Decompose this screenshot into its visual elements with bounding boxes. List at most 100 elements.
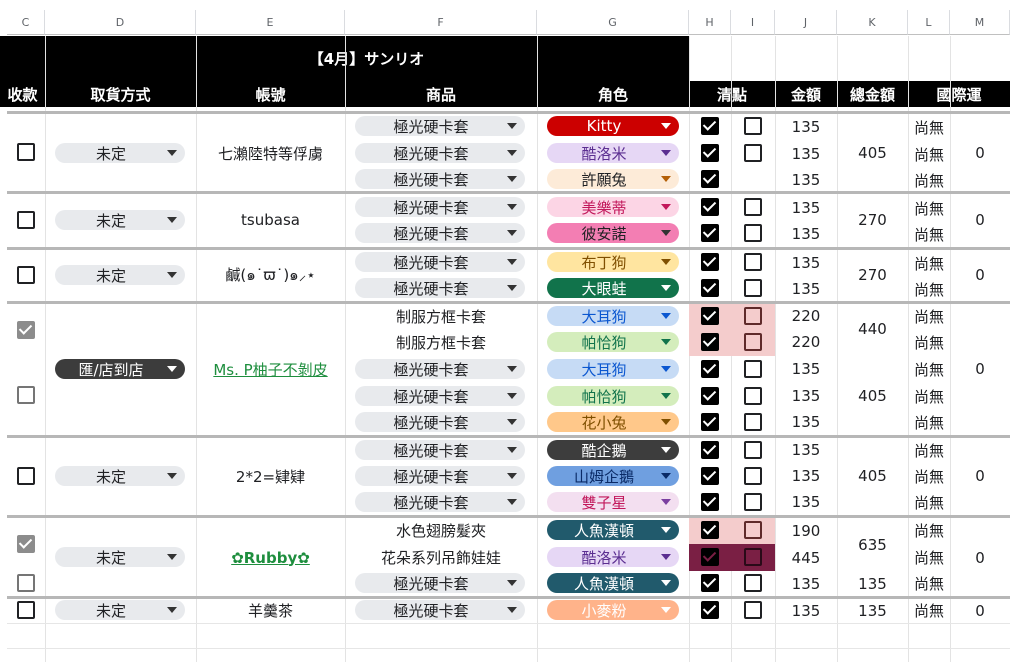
column-header-c[interactable]: C bbox=[7, 10, 45, 35]
character-dropdown[interactable]: 小麥粉 bbox=[547, 600, 679, 620]
receipt-checkbox[interactable] bbox=[17, 467, 35, 485]
character-dropdown[interactable]: 帕恰狗 bbox=[547, 386, 679, 406]
character-dropdown[interactable]: 大眼蛙 bbox=[547, 278, 679, 298]
column-header-f[interactable]: F bbox=[345, 10, 537, 35]
checked-checkbox[interactable] bbox=[701, 144, 719, 162]
receipt-checkbox[interactable] bbox=[17, 266, 35, 284]
product-dropdown[interactable]: 極光硬卡套 bbox=[355, 116, 525, 136]
check-checkbox[interactable] bbox=[744, 467, 762, 485]
column-header-i[interactable]: I bbox=[731, 10, 775, 35]
product-dropdown[interactable]: 極光硬卡套 bbox=[355, 197, 525, 217]
checked-checkbox[interactable] bbox=[701, 574, 719, 592]
product-dropdown[interactable]: 極光硬卡套 bbox=[355, 278, 525, 298]
check-checkbox[interactable] bbox=[744, 574, 762, 592]
character-dropdown[interactable]: 酷洛米 bbox=[547, 143, 679, 163]
column-header-e[interactable]: E bbox=[196, 10, 345, 35]
check-checkbox[interactable] bbox=[744, 521, 762, 539]
column-header-l[interactable]: L bbox=[908, 10, 950, 35]
checked-checkbox[interactable] bbox=[701, 441, 719, 459]
check-checkbox[interactable] bbox=[744, 601, 762, 619]
check-checkbox[interactable] bbox=[744, 224, 762, 242]
product-dropdown[interactable]: 極光硬卡套 bbox=[355, 412, 525, 432]
receipt-checkbox[interactable] bbox=[17, 535, 35, 553]
character-dropdown[interactable]: 雙子星 bbox=[547, 492, 679, 512]
character-dropdown[interactable]: 彼安諾 bbox=[547, 223, 679, 243]
character-dropdown[interactable]: 人魚漢頓 bbox=[547, 573, 679, 593]
character-dropdown[interactable]: 人魚漢頓 bbox=[547, 520, 679, 540]
pickup-dropdown[interactable]: 未定 bbox=[55, 210, 185, 230]
check-checkbox[interactable] bbox=[744, 441, 762, 459]
product-dropdown[interactable]: 極光硬卡套 bbox=[355, 600, 525, 620]
account-link[interactable]: Ms. P柚子不剝皮 bbox=[196, 356, 345, 382]
receipt-checkbox[interactable] bbox=[17, 601, 35, 619]
product-dropdown[interactable]: 極光硬卡套 bbox=[355, 573, 525, 593]
character-dropdown[interactable]: 布丁狗 bbox=[547, 252, 679, 272]
receipt-checkbox[interactable] bbox=[17, 574, 35, 592]
character-dropdown[interactable]: 酷洛米 bbox=[547, 547, 679, 567]
checked-checkbox[interactable] bbox=[701, 493, 719, 511]
product-dropdown[interactable]: 極光硬卡套 bbox=[355, 492, 525, 512]
character-dropdown[interactable]: 大耳狗 bbox=[547, 306, 679, 326]
check-checkbox[interactable] bbox=[744, 360, 762, 378]
character-dropdown[interactable]: 帕恰狗 bbox=[547, 332, 679, 352]
character-dropdown[interactable]: 大耳狗 bbox=[547, 359, 679, 379]
checked-checkbox[interactable] bbox=[701, 170, 719, 188]
checked-checkbox[interactable] bbox=[701, 467, 719, 485]
pickup-dropdown[interactable]: 未定 bbox=[55, 466, 185, 486]
checked-checkbox[interactable] bbox=[701, 279, 719, 297]
column-header-m[interactable]: M bbox=[950, 10, 1010, 35]
product-dropdown[interactable]: 極光硬卡套 bbox=[355, 252, 525, 272]
column-header-h[interactable]: H bbox=[689, 10, 731, 35]
character-dropdown[interactable]: 美樂蒂 bbox=[547, 197, 679, 217]
check-checkbox[interactable] bbox=[744, 117, 762, 135]
product-dropdown[interactable]: 極光硬卡套 bbox=[355, 466, 525, 486]
column-header-d[interactable]: D bbox=[45, 10, 196, 35]
pickup-dropdown[interactable]: 未定 bbox=[55, 547, 185, 567]
receipt-checkbox[interactable] bbox=[17, 321, 35, 339]
column-header-g[interactable]: G bbox=[537, 10, 689, 35]
character-dropdown[interactable]: 花小兔 bbox=[547, 412, 679, 432]
column-header-k[interactable]: K bbox=[837, 10, 908, 35]
product-dropdown[interactable]: 極光硬卡套 bbox=[355, 359, 525, 379]
checked-checkbox[interactable] bbox=[701, 521, 719, 539]
product-dropdown[interactable]: 極光硬卡套 bbox=[355, 386, 525, 406]
checked-checkbox[interactable] bbox=[701, 333, 719, 351]
check-checkbox[interactable] bbox=[744, 333, 762, 351]
check-checkbox[interactable] bbox=[744, 198, 762, 216]
product-dropdown[interactable]: 極光硬卡套 bbox=[355, 169, 525, 189]
pickup-dropdown[interactable]: 匯/店到店 bbox=[55, 359, 185, 379]
receipt-checkbox[interactable] bbox=[17, 386, 35, 404]
receipt-checkbox[interactable] bbox=[17, 211, 35, 229]
checked-checkbox[interactable] bbox=[701, 413, 719, 431]
checked-checkbox[interactable] bbox=[701, 360, 719, 378]
character-dropdown[interactable]: 酷企鵝 bbox=[547, 440, 679, 460]
column-header-j[interactable]: J bbox=[775, 10, 837, 35]
character-dropdown[interactable]: 許願兔 bbox=[547, 169, 679, 189]
character-dropdown[interactable]: Kitty bbox=[547, 116, 679, 136]
check-checkbox[interactable] bbox=[744, 253, 762, 271]
checked-checkbox[interactable] bbox=[701, 307, 719, 325]
product-dropdown[interactable]: 極光硬卡套 bbox=[355, 143, 525, 163]
pickup-dropdown[interactable]: 未定 bbox=[55, 265, 185, 285]
check-checkbox[interactable] bbox=[744, 548, 762, 566]
product-dropdown[interactable]: 極光硬卡套 bbox=[355, 223, 525, 243]
check-checkbox[interactable] bbox=[744, 144, 762, 162]
receipt-checkbox[interactable] bbox=[17, 143, 35, 161]
checked-checkbox[interactable] bbox=[701, 387, 719, 405]
checked-checkbox[interactable] bbox=[701, 548, 719, 566]
check-checkbox[interactable] bbox=[744, 493, 762, 511]
checked-checkbox[interactable] bbox=[701, 117, 719, 135]
checked-checkbox[interactable] bbox=[701, 198, 719, 216]
checked-checkbox[interactable] bbox=[701, 601, 719, 619]
character-dropdown[interactable]: 山姆企鵝 bbox=[547, 466, 679, 486]
checked-checkbox[interactable] bbox=[701, 224, 719, 242]
account-link[interactable]: ✿Rubby✿ bbox=[196, 544, 345, 571]
check-checkbox[interactable] bbox=[744, 307, 762, 325]
pickup-dropdown[interactable]: 未定 bbox=[55, 600, 185, 620]
pickup-dropdown[interactable]: 未定 bbox=[55, 143, 185, 163]
check-checkbox[interactable] bbox=[744, 413, 762, 431]
check-checkbox[interactable] bbox=[744, 387, 762, 405]
product-dropdown[interactable]: 極光硬卡套 bbox=[355, 440, 525, 460]
check-checkbox[interactable] bbox=[744, 279, 762, 297]
checked-checkbox[interactable] bbox=[701, 253, 719, 271]
